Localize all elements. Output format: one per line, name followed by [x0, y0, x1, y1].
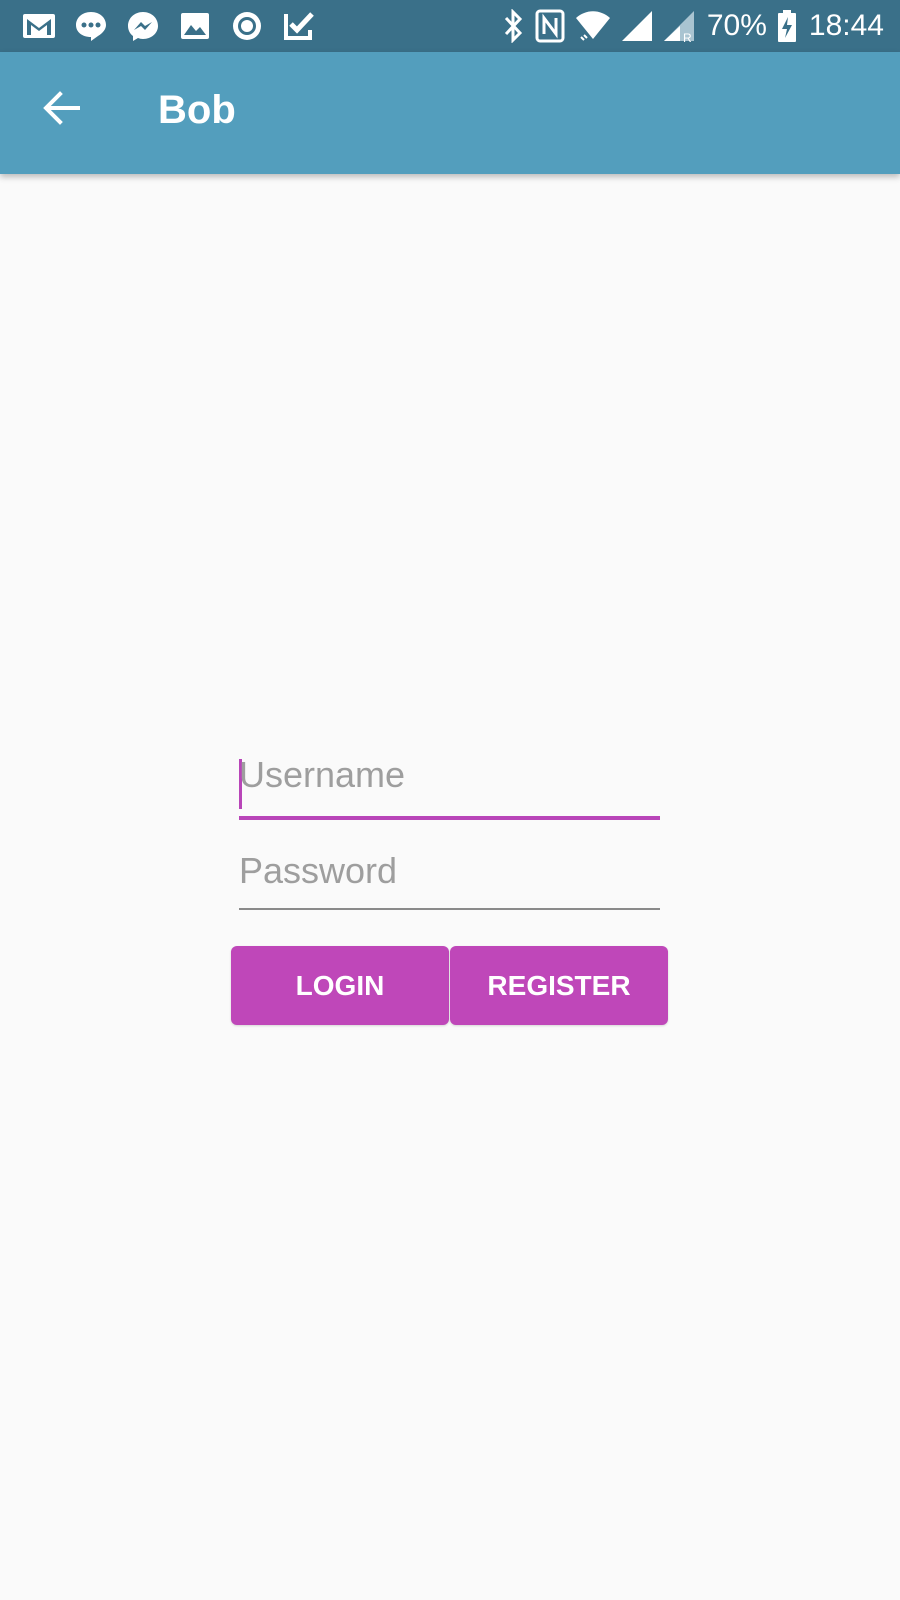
svg-text:R: R — [683, 31, 692, 43]
username-underline — [239, 816, 660, 820]
battery-percentage: 70% — [706, 9, 767, 42]
battery-charging-icon — [777, 10, 796, 42]
signal-icon — [621, 11, 652, 41]
back-button[interactable] — [30, 76, 94, 140]
notification-icons — [22, 10, 334, 42]
messenger-icon — [128, 12, 158, 41]
gallery-icon — [181, 13, 209, 39]
app-bar: Bob — [0, 52, 900, 174]
password-field-container — [239, 841, 660, 910]
password-input[interactable] — [239, 841, 660, 901]
arrow-back-icon — [43, 91, 80, 125]
roaming-signal-icon: R — [663, 11, 694, 43]
gmail-icon — [23, 14, 55, 38]
username-input[interactable] — [239, 745, 660, 805]
app-title: Bob — [158, 88, 236, 132]
tasks-icon — [284, 12, 314, 40]
record-icon — [233, 12, 261, 40]
clock: 18:44 — [808, 9, 884, 42]
button-row: LOGIN REGISTER — [231, 946, 668, 1025]
wifi-icon — [575, 11, 610, 41]
nfc-icon — [535, 9, 565, 43]
login-button[interactable]: LOGIN — [231, 946, 449, 1025]
system-icons: R 70% 18:44 — [493, 8, 884, 44]
username-field-container — [239, 745, 660, 820]
bluetooth-icon — [504, 9, 522, 43]
password-underline — [239, 908, 660, 910]
login-form — [239, 745, 660, 910]
messages-icon — [76, 12, 106, 41]
status-bar: R 70% 18:44 — [0, 0, 900, 52]
register-button[interactable]: REGISTER — [450, 946, 668, 1025]
